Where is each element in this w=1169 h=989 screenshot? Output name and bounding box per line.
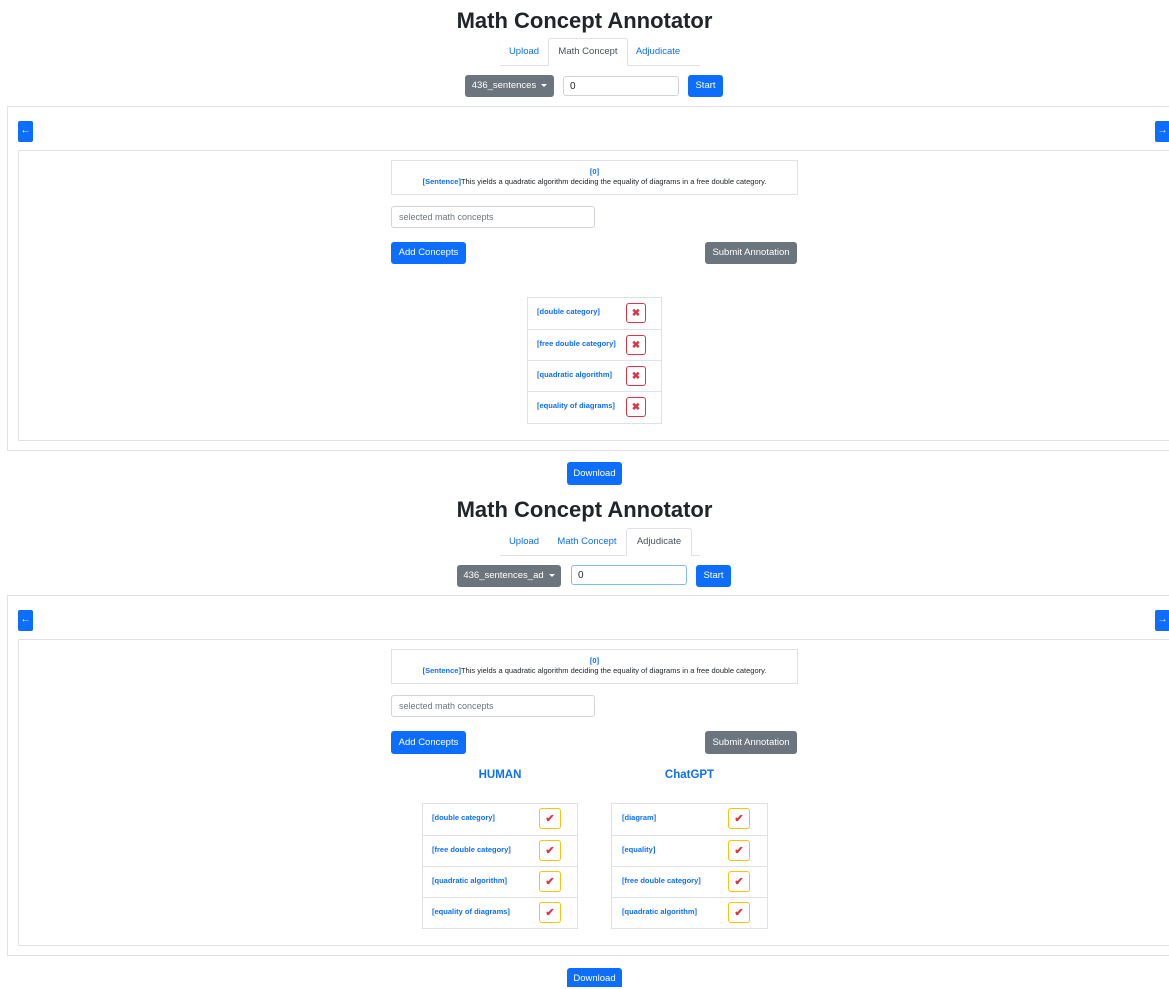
sentence-box: [0] [Sentence]This yields a quadratic al…	[391, 649, 798, 684]
concept-label: [equality of diagrams]	[537, 401, 615, 410]
start-button[interactable]: Start	[688, 75, 723, 97]
sentence-index: [0]	[589, 656, 600, 665]
chatgpt-concept-list: [diagram] ✔ [equality] ✔ [free double ca…	[611, 803, 768, 929]
list-item: [quadratic algorithm] ✔	[612, 897, 767, 928]
concept-label: [double category]	[537, 307, 600, 316]
selected-concepts-input[interactable]: selected math concepts	[391, 206, 595, 228]
concept-label: [free double category]	[537, 339, 616, 348]
check-icon[interactable]: ✔	[539, 902, 561, 923]
add-concepts-button[interactable]: Add Concepts	[391, 242, 466, 264]
list-item: [double category] ✖	[528, 298, 661, 329]
check-icon[interactable]: ✔	[539, 840, 561, 861]
list-item: [free double category] ✔	[612, 866, 767, 897]
tab-bar: Upload Math Concept Adjudicate	[500, 528, 700, 556]
submit-annotation-button[interactable]: Submit Annotation	[705, 731, 797, 754]
selected-concepts-input[interactable]: selected math concepts	[391, 695, 595, 717]
human-heading: HUMAN	[478, 769, 522, 781]
list-item: [equality] ✔	[612, 835, 767, 866]
dataset-dropdown[interactable]: 436_sentences	[465, 75, 554, 97]
concept-label: [free double category]	[622, 876, 701, 885]
concept-list: [double category] ✖ [free double categor…	[527, 297, 662, 424]
concept-label: [equality of diagrams]	[432, 907, 510, 916]
check-icon[interactable]: ✔	[539, 871, 561, 892]
concept-label: [free double category]	[432, 845, 511, 854]
submit-annotation-button[interactable]: Submit Annotation	[705, 242, 797, 264]
dataset-label: 436_sentences	[471, 80, 537, 91]
list-item: [diagram] ✔	[612, 804, 767, 835]
sentence-tag: [Sentence]	[422, 666, 461, 675]
download-button[interactable]: Download	[567, 968, 622, 987]
concept-label: [double category]	[432, 813, 495, 822]
add-concepts-button[interactable]: Add Concepts	[391, 731, 466, 754]
tab-bar: Upload Math Concept Adjudicate	[500, 38, 700, 66]
x-icon[interactable]: ✖	[626, 303, 646, 323]
app-title: Math Concept Annotator	[456, 497, 713, 522]
x-icon[interactable]: ✖	[626, 397, 646, 417]
list-item: [double category] ✔	[423, 804, 577, 835]
concept-label: [quadratic algorithm]	[622, 907, 698, 916]
concept-label: [diagram]	[622, 813, 657, 822]
list-item: [equality of diagrams] ✔	[423, 897, 577, 928]
sentence-text: This yields a quadratic algorithm decidi…	[460, 177, 767, 186]
x-icon[interactable]: ✖	[626, 366, 646, 386]
sentence-text: This yields a quadratic algorithm decidi…	[460, 666, 767, 675]
x-icon[interactable]: ✖	[626, 335, 646, 355]
tab-upload[interactable]: Upload	[500, 529, 548, 554]
chevron-down-icon	[548, 573, 555, 577]
download-button[interactable]: Download	[567, 462, 622, 485]
concept-label: [quadratic algorithm]	[537, 370, 613, 379]
index-input[interactable]: 0	[563, 76, 679, 96]
tab-math-concept[interactable]: Math Concept	[548, 38, 628, 66]
start-button[interactable]: Start	[696, 565, 731, 587]
list-item: [free double category] ✔	[423, 835, 577, 866]
check-icon[interactable]: ✔	[728, 871, 750, 892]
list-item: [equality of diagrams] ✖	[528, 391, 661, 422]
annotation-body	[18, 639, 1169, 946]
sentence-box: [0] [Sentence]This yields a quadratic al…	[391, 160, 798, 195]
tab-adjudicate[interactable]: Adjudicate	[626, 39, 690, 64]
dataset-label: 436_sentences_ad	[463, 570, 544, 581]
arrow-left-icon[interactable]: ←	[18, 121, 33, 142]
chevron-down-icon	[541, 83, 548, 87]
arrow-right-icon[interactable]: →	[1155, 121, 1169, 142]
app-title: Math Concept Annotator	[456, 8, 713, 33]
chatgpt-heading: ChatGPT	[664, 769, 715, 781]
tab-adjudicate[interactable]: Adjudicate	[626, 528, 692, 556]
list-item: [quadratic algorithm] ✔	[423, 866, 577, 897]
dataset-dropdown[interactable]: 436_sentences_ad	[457, 565, 561, 587]
sentence-index: [0]	[589, 167, 600, 176]
index-input[interactable]: 0	[571, 565, 687, 585]
list-item: [free double category] ✖	[528, 329, 661, 360]
concept-label: [equality]	[622, 845, 656, 854]
sentence-tag: [Sentence]	[422, 177, 461, 186]
check-icon[interactable]: ✔	[728, 808, 750, 829]
check-icon[interactable]: ✔	[728, 902, 750, 923]
human-concept-list: [double category] ✔ [free double categor…	[422, 803, 578, 929]
check-icon[interactable]: ✔	[728, 840, 750, 861]
arrow-left-icon[interactable]: ←	[18, 610, 33, 631]
tab-upload[interactable]: Upload	[500, 39, 548, 64]
concept-label: [quadratic algorithm]	[432, 876, 508, 885]
arrow-right-icon[interactable]: →	[1155, 610, 1169, 631]
tab-math-concept[interactable]: Math Concept	[550, 529, 624, 554]
check-icon[interactable]: ✔	[539, 808, 561, 829]
list-item: [quadratic algorithm] ✖	[528, 360, 661, 391]
